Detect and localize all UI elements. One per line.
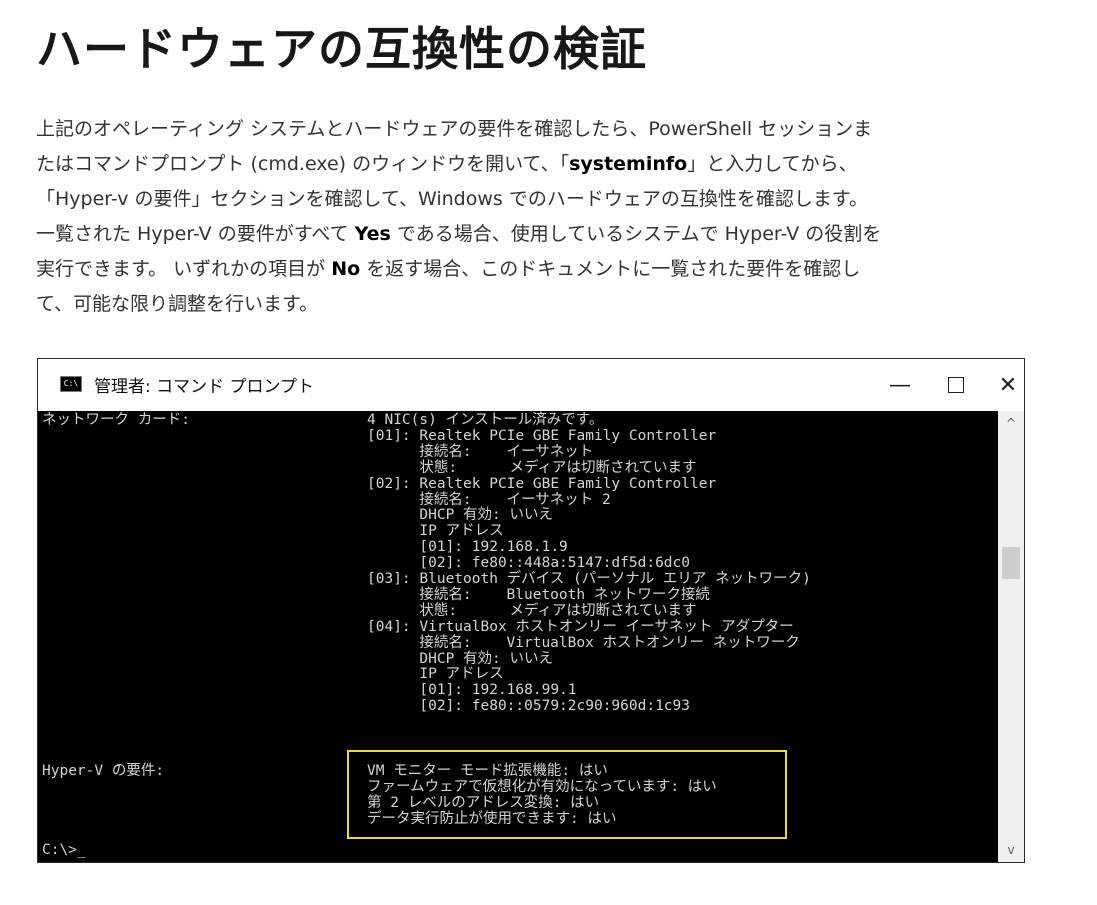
- command-prompt-line[interactable]: C:\>_: [42, 842, 86, 859]
- window-title: 管理者: コマンド プロンプト: [94, 377, 315, 397]
- console-line: [01]: Realtek PCIe GBE Family Controller: [367, 427, 717, 444]
- console-line: [02]: fe80::448a:5147:df5d:6dc0: [367, 555, 691, 572]
- para-line: 一覧された Hyper-V の要件がすべて Yes である場合、使用しているシス…: [36, 217, 1086, 252]
- para-text: 」と入力してから、: [687, 153, 858, 175]
- command-prompt-window: C:\ 管理者: コマンド プロンプト — ✕ ネットワーク カード: 4 NI…: [37, 358, 1025, 863]
- para-text: たはコマンドプロンプト (cmd.exe) のウィンドウを開いて、「: [36, 153, 570, 175]
- console-line: [01]: 192.168.99.1: [367, 682, 577, 699]
- vertical-scrollbar[interactable]: ^ v: [998, 411, 1024, 862]
- para-line: 上記のオペレーティング システムとハードウェアの要件を確認したら、PowerSh…: [36, 118, 873, 140]
- intro-paragraph: 上記のオペレーティング システムとハードウェアの要件を確認したら、PowerSh…: [36, 112, 1086, 322]
- cmd-icon: C:\: [60, 376, 82, 392]
- para-text: を返す場合、このドキュメントに一覧された要件を確認し: [360, 258, 861, 280]
- hyperv-highlight-box: [347, 750, 787, 839]
- maximize-icon: [948, 377, 964, 393]
- para-text: 実行できます。 いずれかの項目が: [36, 258, 332, 280]
- console-line: 状態: メディアは切断されています: [367, 602, 697, 619]
- para-line: て、可能な限り調整を行います。: [36, 293, 319, 315]
- console-line: DHCP 有効: いいえ: [367, 650, 553, 667]
- systeminfo-command: systeminfo: [569, 153, 688, 175]
- para-text: 一覧された Hyper-V の要件がすべて: [36, 223, 355, 245]
- console-line: 状態: メディアは切断されています: [367, 459, 697, 476]
- window-titlebar[interactable]: C:\ 管理者: コマンド プロンプト — ✕: [38, 359, 1024, 412]
- yes-keyword: Yes: [354, 223, 391, 245]
- console-line: IP アドレス: [367, 523, 504, 540]
- console-line: 接続名: VirtualBox ホストオンリー ネットワーク: [367, 634, 800, 651]
- console-line: DHCP 有効: いいえ: [367, 507, 553, 524]
- console-line: [01]: 192.168.1.9: [367, 539, 568, 556]
- close-button[interactable]: ✕: [982, 359, 1034, 411]
- console-line: 4 NIC(s) インストール済みです。: [367, 412, 604, 428]
- no-keyword: No: [331, 258, 361, 280]
- minimize-icon: —: [889, 372, 911, 398]
- network-card-label: ネットワーク カード:: [42, 412, 190, 428]
- console-line: [04]: VirtualBox ホストオンリー イーサネット アダプター: [367, 618, 794, 635]
- console-line: [02]: fe80::0579:2c90:960d:1c93: [367, 698, 691, 715]
- console-output[interactable]: ネットワーク カード: 4 NIC(s) インストール済みです。 [01]: Re…: [38, 411, 998, 862]
- hyperv-label: Hyper-V の要件:: [42, 763, 165, 779]
- scroll-up-icon[interactable]: ^: [998, 413, 1024, 433]
- para-line: たはコマンドプロンプト (cmd.exe) のウィンドウを開いて、「system…: [36, 147, 1086, 182]
- console-line: 接続名: Bluetooth ネットワーク接続: [367, 586, 710, 603]
- console-line: IP アドレス: [367, 666, 504, 683]
- page-title: ハードウェアの互換性の検証: [36, 22, 647, 76]
- scroll-thumb[interactable]: [1002, 547, 1020, 579]
- console-line: 接続名: イーサネット: [367, 443, 594, 460]
- maximize-button[interactable]: [930, 359, 982, 411]
- scroll-down-icon[interactable]: v: [998, 840, 1024, 860]
- para-line: 実行できます。 いずれかの項目が No を返す場合、このドキュメントに一覧された…: [36, 252, 1086, 287]
- minimize-button[interactable]: —: [874, 359, 926, 411]
- para-line: 「Hyper-v の要件」セクションを確認して、Windows でのハードウェア…: [36, 188, 868, 210]
- console-line: [02]: Realtek PCIe GBE Family Controller: [367, 475, 717, 492]
- para-text: である場合、使用しているシステムで Hyper-V の役割を: [390, 223, 882, 245]
- console-line: [03]: Bluetooth デバイス (パーソナル エリア ネットワーク): [367, 571, 811, 587]
- close-icon: ✕: [998, 372, 1018, 398]
